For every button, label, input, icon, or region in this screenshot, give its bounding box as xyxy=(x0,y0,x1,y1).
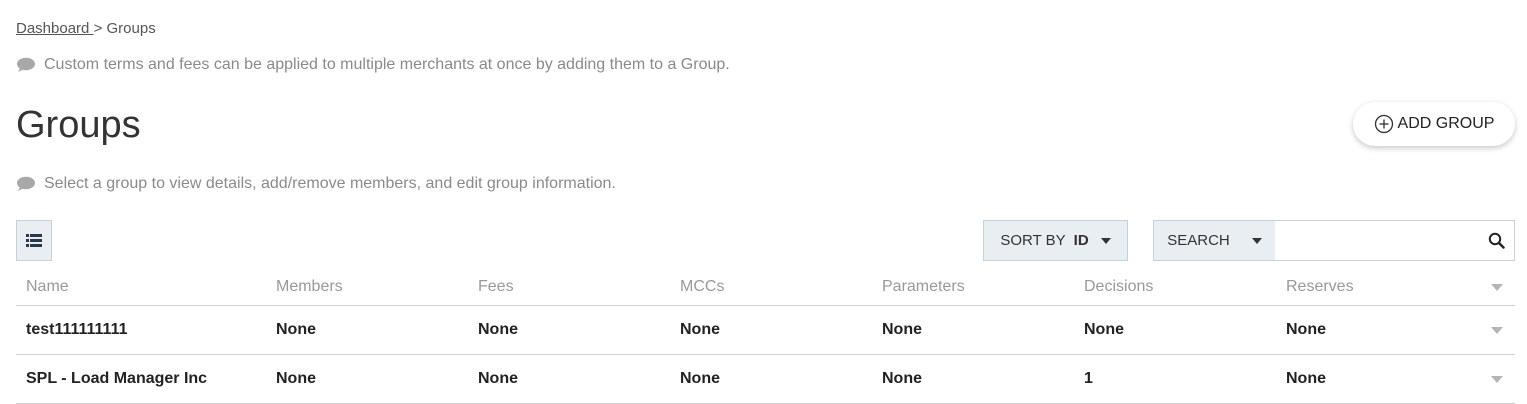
column-header-name[interactable]: Name xyxy=(26,268,69,305)
reserves-cell: None xyxy=(1286,321,1326,338)
page-title: Groups xyxy=(16,104,141,146)
breadcrumb: Dashboard > Groups xyxy=(16,20,156,37)
column-header-members[interactable]: Members xyxy=(276,268,343,305)
group-name-cell[interactable]: SPL - Load Manager Inc xyxy=(26,355,207,403)
column-header-decisions[interactable]: Decisions xyxy=(1084,268,1153,305)
speech-bubble-icon xyxy=(17,57,35,72)
table-row[interactable]: test111111111 None None None None None N… xyxy=(16,306,1515,355)
parameters-cell: None xyxy=(882,370,922,387)
plus-circle-icon xyxy=(1374,114,1393,134)
chevron-down-icon xyxy=(1251,237,1262,244)
search-field-dropdown[interactable]: SEARCH xyxy=(1153,220,1276,261)
table-row[interactable]: SPL - Load Manager Inc None None None No… xyxy=(16,355,1515,404)
info-hint-text: Custom terms and fees can be applied to … xyxy=(44,56,730,73)
breadcrumb-current: Groups xyxy=(106,20,156,37)
chevron-down-icon[interactable] xyxy=(1491,283,1503,291)
sort-by-dropdown[interactable]: SORT BY ID xyxy=(983,220,1128,261)
info-hint-text: Select a group to view details, add/remo… xyxy=(44,175,616,192)
chevron-down-icon[interactable] xyxy=(1491,327,1503,334)
mccs-cell: None xyxy=(680,321,720,338)
reserves-cell: None xyxy=(1286,370,1326,387)
list-view-button[interactable] xyxy=(16,220,52,261)
sort-by-label: SORT BY xyxy=(1000,232,1066,249)
fees-cell: None xyxy=(478,370,518,387)
column-header-fees[interactable]: Fees xyxy=(478,268,514,305)
members-cell: None xyxy=(276,321,316,338)
search-icon[interactable] xyxy=(1488,232,1505,249)
column-header-reserves[interactable]: Reserves xyxy=(1286,268,1354,305)
decisions-cell: None xyxy=(1084,321,1124,338)
sort-by-value: ID xyxy=(1073,232,1089,249)
search-input[interactable] xyxy=(1275,220,1515,261)
decisions-cell: 1 xyxy=(1084,370,1093,387)
breadcrumb-separator: > xyxy=(93,20,103,37)
info-hint-top: Custom terms and fees can be applied to … xyxy=(16,56,730,74)
chevron-down-icon[interactable] xyxy=(1491,376,1503,383)
column-header-mccs[interactable]: MCCs xyxy=(680,268,724,305)
chevron-down-icon xyxy=(1100,237,1111,244)
mccs-cell: None xyxy=(680,370,720,387)
list-view-icon xyxy=(26,234,42,247)
table-header-row: Name Members Fees MCCs Parameters Decisi… xyxy=(16,268,1515,306)
fees-cell: None xyxy=(478,321,518,338)
parameters-cell: None xyxy=(882,321,922,338)
column-header-parameters[interactable]: Parameters xyxy=(882,268,965,305)
info-hint-list: Select a group to view details, add/remo… xyxy=(16,175,616,193)
add-group-label: ADD GROUP xyxy=(1397,115,1495,132)
speech-bubble-icon xyxy=(17,176,35,191)
breadcrumb-dashboard-link[interactable]: Dashboard xyxy=(16,20,94,37)
members-cell: None xyxy=(276,370,316,387)
group-name-cell[interactable]: test111111111 xyxy=(26,306,127,354)
search-label: SEARCH xyxy=(1167,232,1230,249)
add-group-button[interactable]: ADD GROUP xyxy=(1353,102,1515,146)
groups-table: Name Members Fees MCCs Parameters Decisi… xyxy=(16,268,1515,404)
